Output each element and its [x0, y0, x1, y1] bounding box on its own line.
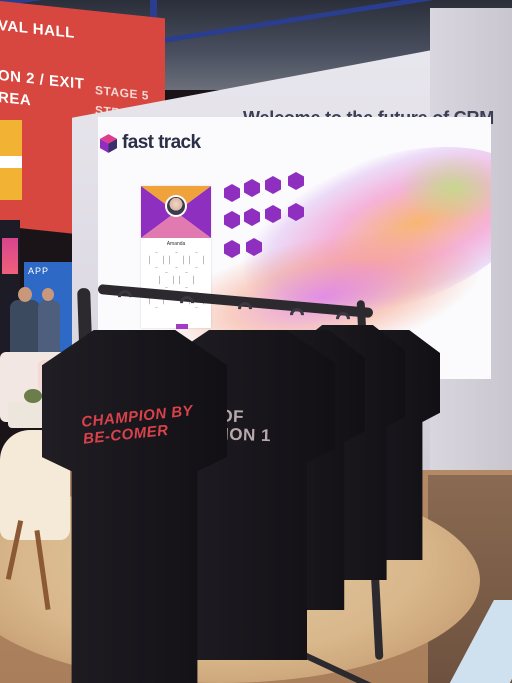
segment-hex	[179, 272, 194, 288]
hall-sign-stage: STAGE 5	[95, 83, 149, 103]
logo-text: fast track	[122, 132, 201, 153]
profile-avatar	[165, 195, 187, 217]
table-plant	[24, 389, 42, 403]
hall-sign-stripe	[0, 120, 22, 200]
segment-hex	[169, 252, 184, 268]
hall-sign-line-1: VAL HALL	[0, 16, 75, 42]
booth-photo: VAL HALL ON 2 / EXIT REA STAGE 5 STR APP…	[0, 0, 512, 683]
hall-sign-line-3: REA	[0, 88, 32, 110]
person-head	[18, 287, 32, 302]
hall-sign-line-2: ON 2 / EXIT	[0, 66, 85, 93]
cube-logo-icon	[100, 133, 117, 153]
person-head-2	[42, 288, 54, 301]
segment-hex	[189, 252, 204, 268]
profile-card: Amanda	[141, 186, 211, 329]
fast-track-logo: fast track	[100, 132, 201, 154]
person-in-background	[10, 300, 40, 355]
segment-hex	[159, 272, 174, 288]
person-in-background-2	[38, 300, 60, 360]
neighbor-booth-label: APP	[28, 266, 50, 276]
segment-hex	[149, 252, 164, 268]
profile-name: Amanda	[166, 241, 186, 247]
profile-card-button	[176, 324, 188, 329]
